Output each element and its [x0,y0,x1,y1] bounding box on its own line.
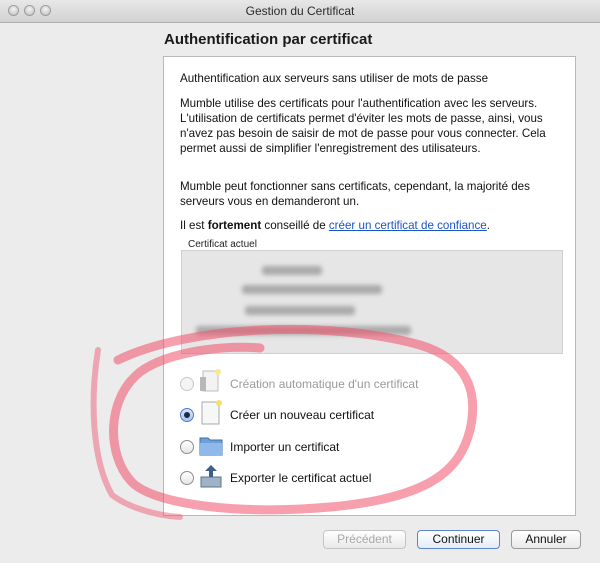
redacted-text [242,285,382,294]
redacted-text [245,306,355,315]
auto-certificate-icon [199,369,223,395]
create-trusted-certificate-link[interactable]: créer un certificat de confiance [329,219,487,232]
recommendation-text-before: Il est [180,219,208,232]
intro-paragraph-3: Mumble peut fonctionner sans certificats… [180,180,530,208]
redacted-text [262,266,322,275]
auto-certificate-radio[interactable] [180,377,194,391]
current-certificate-label: Certificat actuel [188,239,257,250]
cancel-button[interactable]: Annuler [511,530,581,549]
new-certificate-icon [199,400,223,426]
current-certificate-box [181,250,563,354]
intro-paragraph-1: Authentification aux serveurs sans utili… [180,72,489,85]
recommendation-text-middle: conseillé de [261,219,329,232]
export-icon [199,463,223,489]
window-title: Gestion du Certificat [245,4,355,18]
auto-certificate-label[interactable]: Création automatique d'un certificat [230,377,418,391]
continue-button[interactable]: Continuer [417,530,500,549]
folder-icon [199,432,223,458]
previous-button[interactable]: Précédent [323,530,406,549]
new-certificate-label[interactable]: Créer un nouveau certificat [230,408,374,422]
recommendation-emphasis: fortement [207,219,262,232]
export-certificate-label[interactable]: Exporter le certificat actuel [230,471,371,485]
import-certificate-label[interactable]: Importer un certificat [230,440,339,454]
import-certificate-radio[interactable] [180,440,194,454]
recommendation-paragraph: Il est fortement conseillé de créer un c… [180,218,565,233]
redacted-text [196,326,411,335]
page-title: Authentification par certificat [164,31,373,48]
title-bar: Gestion du Certificat [0,0,600,23]
new-certificate-radio[interactable] [180,408,194,422]
export-certificate-radio[interactable] [180,471,194,485]
recommendation-text-after: . [486,219,490,232]
intro-paragraph-2: Mumble utilise des certificats pour l'au… [180,97,546,155]
